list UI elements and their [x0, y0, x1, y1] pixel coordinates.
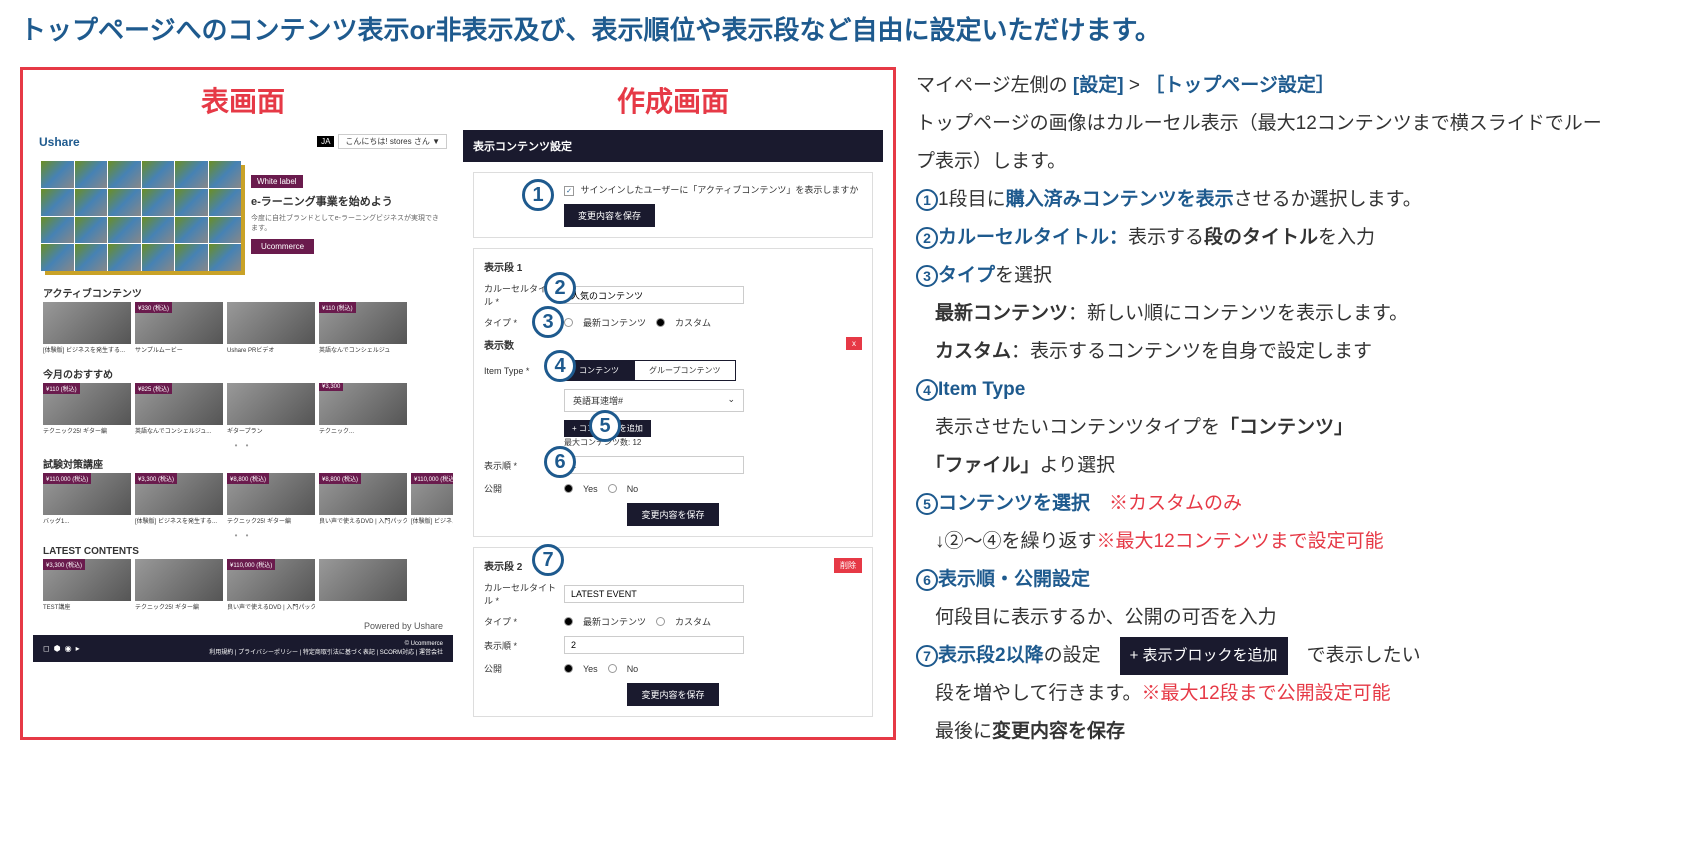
form-panel-title: 作成画面 — [463, 80, 883, 120]
active-content-box: 1 ✓ サインインしたユーザーに「アクティブコンテンツ」を表示しますか 変更内容… — [473, 172, 873, 238]
content-card: ¥825 (税込)英語なんでコンシェルジュ... — [135, 383, 223, 435]
display-topbar: Ushare JA こんにちは! stores さん ▼ — [33, 130, 453, 153]
order-label: 表示順 * — [484, 639, 564, 652]
section-label: LATEST CONTENTS — [33, 540, 453, 559]
user-greeting: こんにちは! stores さん ▼ — [338, 134, 447, 149]
section-label: 試験対策講座 — [33, 450, 453, 473]
annotation-3: 3 — [532, 306, 564, 338]
form-header: 表示コンテンツ設定 — [463, 130, 883, 162]
form-panel: 作成画面 表示コンテンツ設定 1 ✓ サインインしたユーザーに「アクティブコンテ… — [463, 80, 883, 727]
hero: White label e-ラーニング事業を始めよう 今度に自社ブランドとしてe… — [33, 153, 453, 279]
section-1-title: 表示段 1 — [484, 259, 862, 274]
annotation-4: 4 — [544, 350, 576, 382]
radio-latest[interactable] — [564, 617, 573, 626]
card-row: ¥3,300 (税込)TEST講座テクニック25! ギター編¥110,000 (… — [33, 559, 453, 617]
order-input[interactable] — [564, 456, 744, 474]
save-button[interactable]: 変更内容を保存 — [564, 204, 655, 227]
content-card: ¥8,800 (税込)良い声で使えるDVD | 入門パック1... — [319, 473, 407, 525]
x-button[interactable]: x — [846, 337, 862, 350]
annotation-5: 5 — [589, 410, 621, 442]
carousel-title-input[interactable] — [564, 585, 744, 603]
content-card: Ushare PRビデオ — [227, 302, 315, 354]
section-2-box: 7 表示段 2 削除 カルーセルタイトル * タイプ * 最新コンテンツ カスタ… — [473, 547, 873, 717]
user-area: JA こんにちは! stores さん ▼ — [317, 134, 447, 149]
content-card: [体験版] ビジネスを発生する... — [43, 302, 131, 354]
footer: ◻⬢◉▸ © Ucommerce 利用規約 | プライバシーポリシー | 特定商… — [33, 635, 453, 662]
type-label: タイプ * — [484, 615, 564, 628]
content-card: ¥3,300 (税込)[体験版] ビジネスを発生する... — [135, 473, 223, 525]
logo: Ushare — [39, 135, 80, 149]
footer-links: © Ucommerce 利用規約 | プライバシーポリシー | 特定商取引法に基… — [209, 641, 443, 656]
annotation-6: 6 — [544, 446, 576, 478]
display-panel-title: 表画面 — [33, 80, 453, 120]
save-button[interactable]: 変更内容を保存 — [627, 683, 718, 706]
chevron-down-icon: ⌄ — [727, 394, 735, 407]
content-card: ¥8,800 (税込)テクニック25! ギター編 — [227, 473, 315, 525]
annotation-2: 2 — [544, 272, 576, 304]
content-card — [319, 559, 407, 611]
page-title: トップページへのコンテンツ表示or非表示及び、表示順位や表示段など自由に設定いた… — [20, 10, 1686, 47]
annotation-7: 7 — [532, 544, 564, 576]
instructions: マイページ左側の [設定] > ［トップページ設定］ トップページの画像はカルー… — [916, 67, 1616, 751]
content-card: ¥110,000 (税込)良い声で使えるDVD | 入門パック1... — [227, 559, 315, 611]
content-select[interactable]: 英語耳速増#⌄ — [564, 389, 744, 412]
checkbox-label: サインインしたユーザーに「アクティブコンテンツ」を表示しますか — [581, 185, 859, 195]
order-input[interactable] — [564, 636, 744, 654]
content-card: ¥110 (税込)英語なんでコンシェルジュ — [319, 302, 407, 354]
public-label: 公開 — [484, 482, 564, 495]
content-card: ¥110,000 (税込)バッグ1... — [43, 473, 131, 525]
section-label: アクティブコンテンツ — [33, 279, 453, 302]
delete-button[interactable]: 削除 — [834, 558, 862, 573]
annotation-1: 1 — [522, 179, 554, 211]
hero-text: White label e-ラーニング事業を始めよう 今度に自社ブランドとしてe… — [251, 161, 445, 271]
radio-custom[interactable] — [656, 318, 665, 327]
add-block-button: + 表示ブロックを追加 — [1120, 637, 1288, 675]
carousel-title-input[interactable] — [564, 286, 744, 304]
section-label: 今月のおすすめ — [33, 360, 453, 383]
screenshot-panels: 表画面 Ushare JA こんにちは! stores さん ▼ White l… — [20, 67, 896, 740]
radio-no[interactable] — [608, 484, 617, 493]
radio-yes[interactable] — [564, 664, 573, 673]
radio-yes[interactable] — [564, 484, 573, 493]
hero-button: Ucommerce — [251, 239, 314, 254]
radio-no[interactable] — [608, 664, 617, 673]
content-card: ¥3,300 (税込)TEST講座 — [43, 559, 131, 611]
content-card: ¥3,300テクニック... — [319, 383, 407, 435]
carousel-title-label: カルーセルタイトル * — [484, 581, 564, 607]
public-label: 公開 — [484, 662, 564, 675]
hero-tag: White label — [251, 175, 303, 188]
card-row: [体験版] ビジネスを発生する...¥330 (税込)サンプルムービーUshar… — [33, 302, 453, 360]
card-row: ¥110,000 (税込)バッグ1...¥3,300 (税込)[体験版] ビジネ… — [33, 473, 453, 531]
content-card: ¥110 (税込)テクニック25! ギター編 — [43, 383, 131, 435]
hero-desc: 今度に自社ブランドとしてe-ラーニングビジネスが実現できます。 — [251, 213, 445, 233]
active-checkbox[interactable]: ✓ — [564, 186, 574, 196]
item-type-toggle[interactable]: コンテンツ グループコンテンツ — [564, 360, 736, 381]
hero-title: e-ラーニング事業を始めよう — [251, 193, 445, 209]
content-card: ¥110,000 (税込)[体験版] ビジネスを発生する... — [411, 473, 453, 525]
radio-latest[interactable] — [564, 318, 573, 327]
social-icons: ◻⬢◉▸ — [43, 644, 84, 653]
radio-custom[interactable] — [656, 617, 665, 626]
powered-by: Powered by Ushare — [33, 617, 453, 635]
hero-image — [41, 161, 241, 271]
card-row: ¥110 (税込)テクニック25! ギター編¥825 (税込)英語なんでコンシェ… — [33, 383, 453, 441]
save-button[interactable]: 変更内容を保存 — [627, 503, 718, 526]
display-count-label: 表示数 — [484, 337, 862, 352]
section-1-box: 表示段 1 2 カルーセルタイトル * 3 タイプ * 最新コンテンツ カスタム… — [473, 248, 873, 537]
content-card: テクニック25! ギター編 — [135, 559, 223, 611]
content-card: ギタープラン — [227, 383, 315, 435]
display-panel: 表画面 Ushare JA こんにちは! stores さん ▼ White l… — [33, 80, 453, 727]
lang-tag: JA — [317, 136, 334, 147]
content-card: ¥330 (税込)サンプルムービー — [135, 302, 223, 354]
